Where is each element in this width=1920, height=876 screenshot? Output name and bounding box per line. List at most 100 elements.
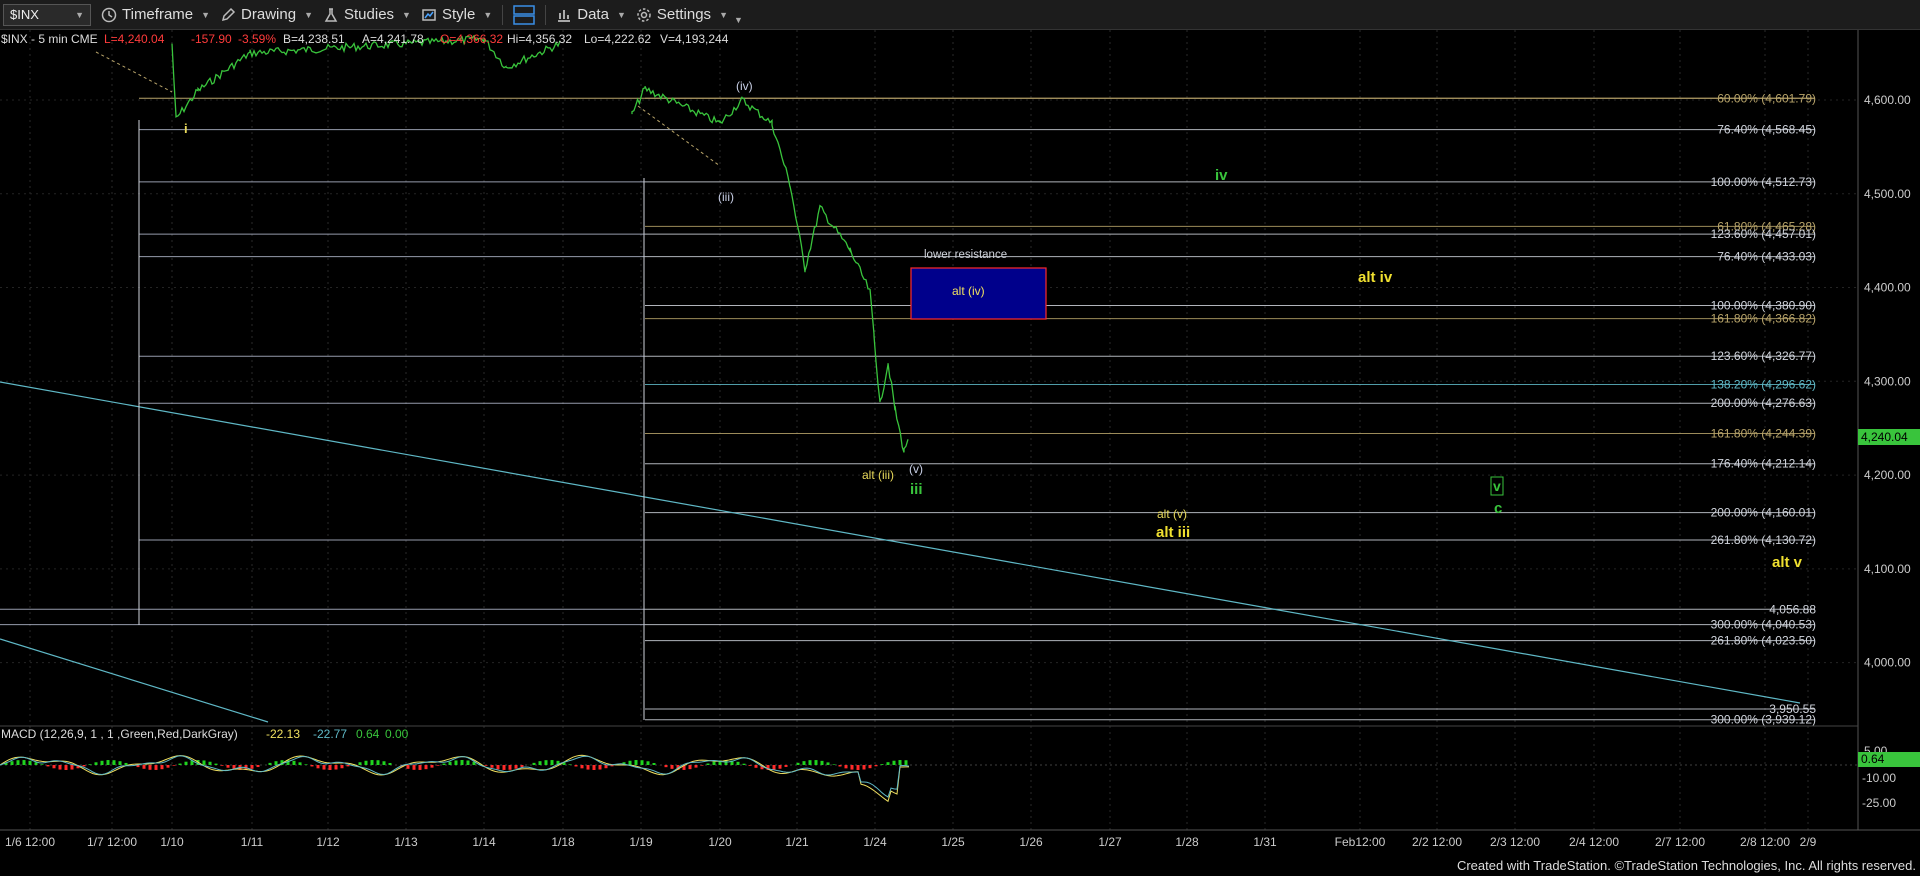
drawing-label: Drawing (241, 6, 297, 23)
fib-levels: 60.00% (4,601.79)76.40% (4,568.45)100.00… (0, 91, 1816, 727)
timeframe-label: Timeframe (122, 6, 194, 23)
header-quote: $INX - 5 min CME L=4,240.04 -157.90 -3.5… (1, 32, 729, 46)
svg-text:O=4,366.32: O=4,366.32 (440, 32, 503, 46)
macd-panel: MACD (12,26,9, 1 , 1 ,Green,Red,DarkGray… (0, 725, 1920, 810)
header-change: -157.90 (191, 32, 232, 46)
price-tick-label: 4,200.00 (1864, 468, 1911, 482)
fib-label: 161.80% (4,366.82) (1711, 312, 1816, 326)
fib-label: 200.00% (4,276.63) (1711, 396, 1816, 410)
vertical-gridlines (29, 30, 1809, 830)
time-tick-label: 2/4 12:00 (1569, 835, 1619, 849)
fib-label: 76.40% (4,433.03) (1717, 250, 1816, 264)
data-label: Data (577, 6, 609, 23)
label-wave-iii-green: iii (910, 481, 923, 498)
header-symbol: $INX - 5 min CME (1, 32, 98, 46)
timeframe-button[interactable]: Timeframe ▼ (101, 6, 210, 23)
toolbar-divider (545, 4, 547, 25)
last-price-text: 4,240.04 (1861, 430, 1908, 444)
time-tick-label: 1/26 (1019, 835, 1043, 849)
label-wave-iv-green: iv (1215, 167, 1228, 184)
time-tick-label: 2/8 12:00 (1740, 835, 1790, 849)
macd-tick-3: -25.00 (1862, 796, 1896, 810)
label-wave-i: i (184, 121, 188, 136)
svg-text:$INX - 5 min CME: $INX - 5 min CME (1, 32, 98, 46)
fib-label: 300.00% (4,040.53) (1711, 618, 1816, 632)
time-tick-label: 2/7 12:00 (1655, 835, 1705, 849)
time-tick-label: 1/10 (160, 835, 184, 849)
svg-text:-22.77: -22.77 (313, 727, 347, 741)
svg-text:V=4,193,244: V=4,193,244 (660, 32, 729, 46)
footer-credit: Created with TradeStation. ©TradeStation… (1457, 858, 1916, 873)
label-wave-paren-iv: (iv) (736, 79, 753, 93)
time-tick-label: 1/14 (472, 835, 496, 849)
time-tick-label: 1/7 12:00 (87, 835, 137, 849)
caret-icon: ▼ (483, 9, 493, 20)
caret-icon: ▼ (616, 9, 626, 20)
fib-label: 76.40% (4,568.45) (1717, 123, 1816, 137)
drawing-button[interactable]: Drawing ▼ (220, 6, 313, 23)
price-tick-label: 4,500.00 (1864, 187, 1911, 201)
header-last: L=4,240.04 (104, 32, 165, 46)
time-tick-label: 1/31 (1253, 835, 1277, 849)
label-lower-resistance: lower resistance (924, 249, 1007, 261)
time-tick-label: 1/27 (1098, 835, 1122, 849)
layout-button[interactable] (513, 4, 535, 25)
macd-v3: 0.64 (356, 727, 380, 741)
toolbar-more-icon[interactable]: ▼ (734, 15, 743, 25)
svg-text:0.64: 0.64 (356, 727, 380, 741)
caret-icon: ▼ (304, 9, 313, 20)
layout-icon (513, 4, 535, 25)
price-tick-label: 4,300.00 (1864, 374, 1911, 388)
time-tick-label: 1/11 (241, 835, 264, 849)
time-tick-label: 1/20 (708, 835, 732, 849)
fib-label: 138.20% (4,296.62) (1711, 377, 1816, 391)
price-chart[interactable]: 60.00% (4,601.79)76.40% (4,568.45)100.00… (0, 30, 1920, 876)
settings-label: Settings (656, 6, 712, 23)
macd-v1: -22.13 (266, 727, 300, 741)
svg-text:Hi=4,356.32: Hi=4,356.32 (507, 32, 572, 46)
data-button[interactable]: Data ▼ (556, 6, 626, 23)
price-tick-label: 4,600.00 (1864, 93, 1911, 107)
caret-icon: ▼ (402, 9, 411, 20)
time-tick-label: Feb12:00 (1335, 835, 1386, 849)
macd-v4: 0.00 (385, 727, 409, 741)
last-price-badge: 4,240.04 (1858, 429, 1920, 445)
label-alt-iv-box: alt (iv) (952, 284, 985, 298)
label-wave-paren-v: (v) (909, 462, 923, 476)
flask-icon (324, 7, 338, 22)
label-wave-v-green: v (1493, 478, 1501, 494)
svg-text:MACD (12,26,9, 1 , 1 ,Green,Re: MACD (12,26,9, 1 , 1 ,Green,Red,DarkGray… (1, 727, 238, 741)
svg-text:0.00: 0.00 (385, 727, 409, 741)
style-icon (422, 8, 436, 21)
fib-label: 261.80% (4,130.72) (1711, 533, 1816, 547)
time-tick-label: 1/19 (629, 835, 653, 849)
time-tick-label: 1/13 (394, 835, 418, 849)
price-tick-label: 4,000.00 (1864, 656, 1911, 670)
symbol-label: $INX (10, 7, 39, 22)
time-tick-label: 1/21 (785, 835, 809, 849)
studies-button[interactable]: Studies ▼ (323, 6, 411, 23)
fib-label: 300.00% (3,939.12) (1711, 713, 1816, 727)
chevron-down-icon: ▼ (75, 9, 84, 20)
label-alt-iii-yellow: alt iii (1156, 524, 1190, 541)
horizontal-gridlines (0, 99, 1858, 664)
fib-label: 123.60% (4,326.77) (1711, 349, 1816, 363)
macd-v2: -22.77 (313, 727, 347, 741)
time-tick-label: 1/28 (1175, 835, 1199, 849)
svg-text:B=4,238.51: B=4,238.51 (283, 32, 345, 46)
toolbar-divider (502, 4, 504, 25)
trendlines (0, 51, 1801, 723)
trendline-lower[interactable] (0, 638, 269, 723)
fib-label: 261.80% (4,023.50) (1711, 634, 1816, 648)
svg-text:A=4,241.78: A=4,241.78 (362, 32, 424, 46)
fib-label: 200.00% (4,160.01) (1711, 506, 1816, 520)
style-button[interactable]: Style ▼ (421, 6, 492, 23)
settings-button[interactable]: Settings ▼ (636, 6, 728, 23)
clock-icon (101, 7, 117, 22)
symbol-selector[interactable]: $INX ▼ (3, 3, 91, 26)
time-tick-label: 2/3 12:00 (1490, 835, 1540, 849)
price-tick-label: 4,100.00 (1864, 562, 1911, 576)
fib-label: 161.80% (4,244.39) (1711, 426, 1816, 440)
label-wave-paren-iii: (iii) (718, 190, 734, 204)
time-tick-label: 1/6 12:00 (5, 835, 55, 849)
